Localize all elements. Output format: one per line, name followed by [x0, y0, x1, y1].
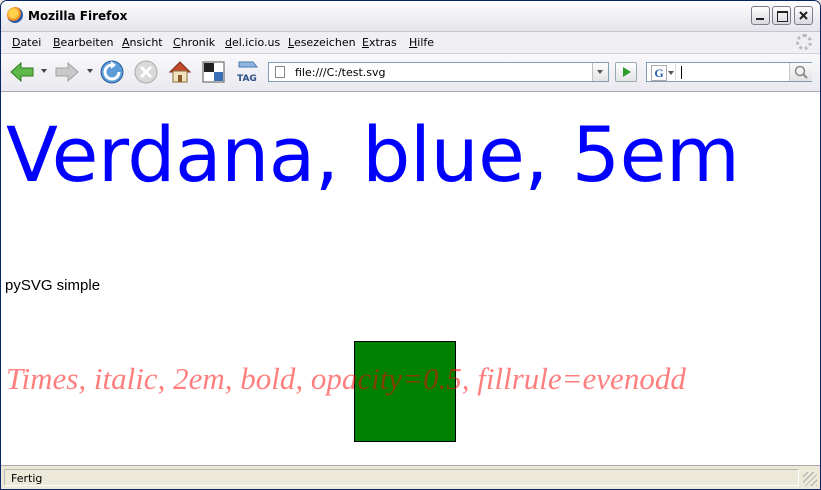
menu-delicious[interactable]: del.icio.us — [225, 36, 280, 49]
stop-button[interactable] — [133, 59, 159, 85]
address-bar[interactable]: file:///C:/test.svg — [268, 62, 609, 82]
window-title: Mozilla Firefox — [28, 9, 128, 23]
menu-extras[interactable]: Extras — [362, 36, 397, 49]
home-button[interactable] — [167, 59, 193, 85]
search-button[interactable] — [789, 63, 812, 81]
tag-label: TAG — [237, 74, 257, 84]
tag-icon: TAG — [237, 61, 259, 84]
reload-icon — [100, 60, 124, 84]
resize-grip-icon[interactable] — [803, 472, 817, 486]
forward-arrow-icon — [55, 61, 79, 83]
minimize-button[interactable] — [751, 6, 770, 25]
forward-button[interactable] — [54, 59, 80, 85]
menu-bearbeiten[interactable]: Bearbeiten — [53, 36, 113, 49]
menu-datei[interactable]: Datei — [12, 36, 41, 49]
screen-grab-icon — [202, 61, 225, 83]
maximize-button[interactable] — [772, 6, 791, 25]
status-bar: Fertig — [1, 465, 820, 489]
svg-text-pysvg: pySVG simple — [5, 277, 101, 294]
search-engine-selector[interactable]: G — [649, 64, 676, 81]
close-button[interactable] — [794, 6, 813, 25]
back-button[interactable] — [9, 59, 35, 85]
text-caret — [681, 66, 682, 79]
browser-window: Mozilla Firefox Datei Bearbeiten Ansicht… — [0, 0, 821, 490]
forward-history-dropdown[interactable] — [87, 69, 93, 73]
back-arrow-icon — [10, 61, 34, 83]
svg-text-verdana: Verdana, blue, 5em — [6, 110, 740, 199]
reload-button[interactable] — [99, 59, 125, 85]
url-history-dropdown[interactable] — [592, 63, 608, 81]
close-icon — [799, 11, 808, 20]
menu-chronik[interactable]: Chronik — [173, 36, 215, 49]
menu-hilfe[interactable]: Hilfe — [409, 36, 434, 49]
activity-throbber-icon — [796, 34, 812, 50]
tag-button[interactable]: TAG — [235, 59, 261, 85]
svg-text-times: Times, italic, 2em, bold, opacity=0.5, f… — [6, 361, 686, 396]
google-engine-icon: G — [651, 65, 667, 81]
search-input[interactable] — [679, 64, 787, 80]
menu-bar: Datei Bearbeiten Ansicht Chronik del.ici… — [1, 32, 820, 54]
page-content: Verdana, blue, 5em pySVG simple Times, i… — [1, 92, 820, 465]
search-bar[interactable]: G — [646, 62, 812, 82]
url-input[interactable]: file:///C:/test.svg — [295, 66, 386, 79]
home-icon — [168, 61, 192, 83]
firefox-logo-icon — [7, 7, 23, 23]
maximize-icon — [777, 11, 788, 22]
page-icon — [275, 66, 285, 78]
title-bar: Mozilla Firefox — [1, 1, 820, 32]
status-text: Fertig — [11, 472, 43, 485]
menu-ansicht[interactable]: Ansicht — [122, 36, 163, 49]
minimize-icon — [756, 18, 764, 20]
magnifier-icon — [794, 65, 808, 79]
stop-icon — [134, 60, 158, 84]
go-button[interactable] — [615, 62, 637, 82]
bookmark-page-button[interactable] — [201, 59, 227, 85]
status-pane: Fertig — [4, 469, 799, 486]
navigation-toolbar: TAG file:///C:/test.svg G — [1, 54, 820, 92]
back-history-dropdown[interactable] — [41, 69, 47, 73]
menu-lesezeichen[interactable]: Lesezeichen — [288, 36, 356, 49]
